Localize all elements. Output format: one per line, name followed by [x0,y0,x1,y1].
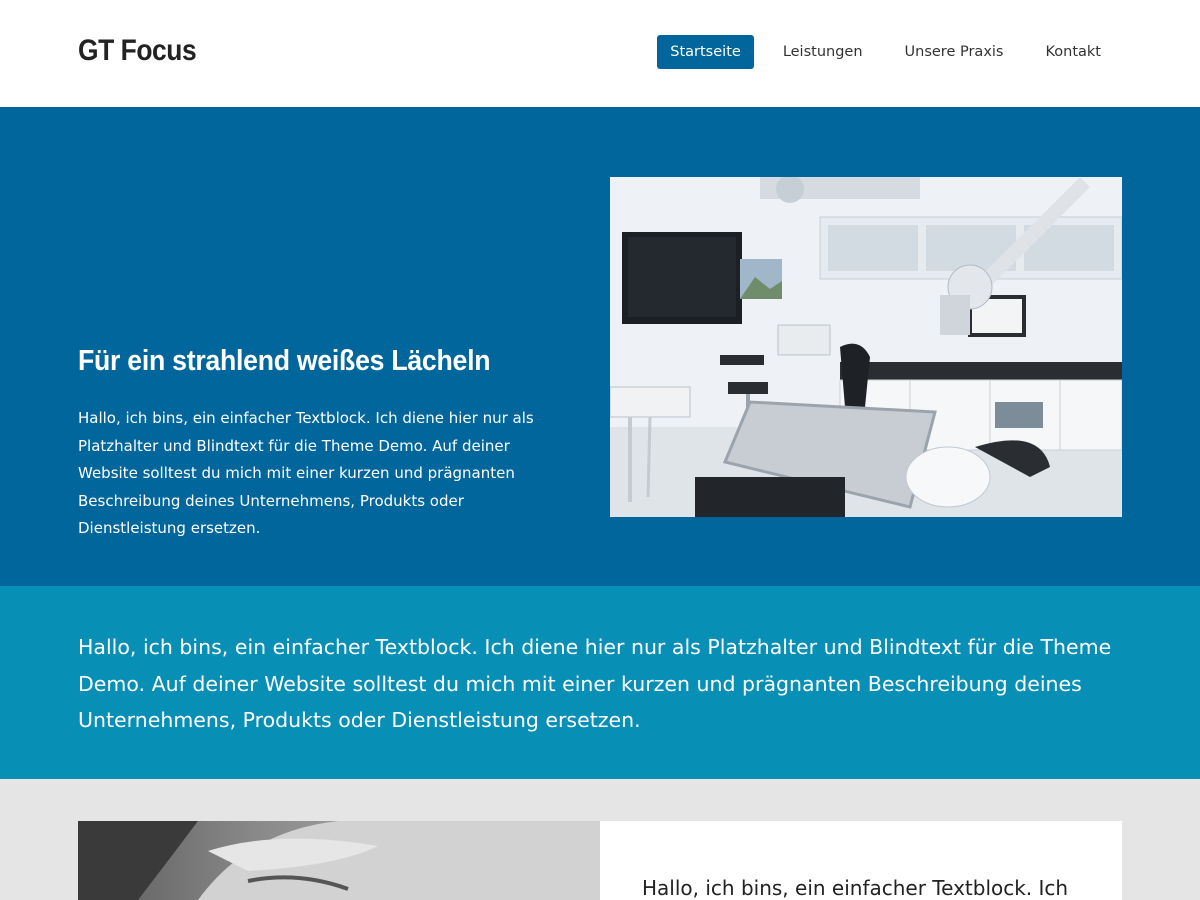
nav-item-kontakt[interactable]: Kontakt [1032,35,1114,69]
site-logo[interactable]: GT Focus [78,34,197,68]
banner-text: Hallo, ich bins, ein einfacher Textblock… [78,635,1112,732]
dental-office-photo-icon [610,177,1122,517]
nav-item-startseite[interactable]: Startseite [657,35,754,69]
dental-office-image [610,177,1122,517]
feature-section: Hallo, ich bins, ein einfacher Textblock… [0,779,1200,900]
smiling-face-photo-icon [78,821,600,900]
smile-image [78,821,600,900]
nav-item-unsere-praxis[interactable]: Unsere Praxis [892,35,1017,69]
main-navigation: Startseite Leistungen Unsere Praxis Kont… [641,35,1114,69]
hero-title: Für ein strahlend weißes Lächeln [78,345,491,377]
feature-card: Hallo, ich bins, ein einfacher Textblock… [600,821,1122,900]
feature-text: Hallo, ich bins, ein einfacher Textblock… [642,876,1069,900]
intro-banner: Hallo, ich bins, ein einfacher Textblock… [0,586,1200,779]
nav-item-leistungen[interactable]: Leistungen [770,35,876,69]
site-header: GT Focus Startseite Leistungen Unsere Pr… [0,0,1200,107]
hero-section: Für ein strahlend weißes Lächeln Hallo, … [0,107,1200,586]
hero-text: Hallo, ich bins, ein einfacher Textblock… [78,409,534,537]
